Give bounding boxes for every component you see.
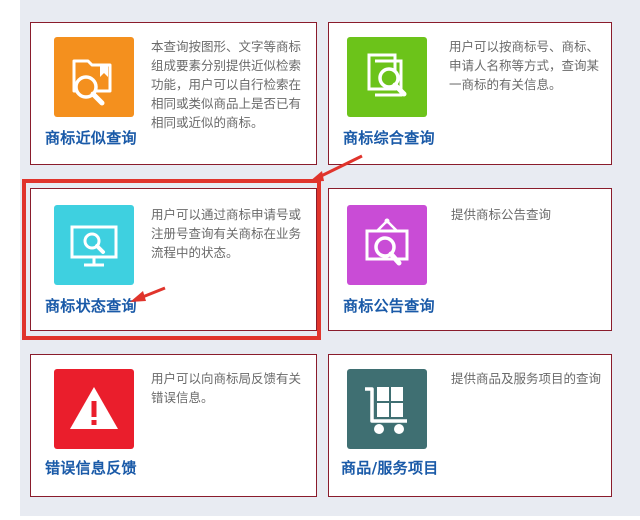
folder-search-icon [54,37,134,117]
card-description: 本查询按图形、文字等商标组成要素分别提供近似检索功能，用户可以自行检索在相同或类… [151,39,302,130]
card-goods-services[interactable]: 商品/服务项目 提供商品及服务项目的查询 [328,354,612,497]
card-description: 提供商标公告查询 [451,207,552,222]
card-title[interactable]: 商标状态查询 [45,295,137,316]
warning-icon [54,369,134,449]
card-description: 用户可以按商标号、商标、申请人名称等方式，查询某一商标的有关信息。 [449,39,600,92]
notice-board-search-icon [347,205,427,285]
card-title[interactable]: 商标公告查询 [343,295,435,316]
documents-search-icon [347,37,427,117]
cart-icon [347,369,427,449]
query-services-panel: 商标近似查询 本查询按图形、文字等商标组成要素分别提供近似检索功能，用户可以自行… [20,0,640,516]
card-description: 用户可以向商标局反馈有关错误信息。 [151,371,302,405]
card-similar-trademark-search[interactable]: 商标近似查询 本查询按图形、文字等商标组成要素分别提供近似检索功能，用户可以自行… [30,22,317,165]
card-title[interactable]: 商标综合查询 [343,127,435,148]
card-description: 用户可以通过商标申请号或注册号查询有关商标在业务流程中的状态。 [151,207,302,260]
card-title[interactable]: 商标近似查询 [45,127,137,148]
card-error-feedback[interactable]: 错误信息反馈 用户可以向商标局反馈有关错误信息。 [30,354,317,497]
card-announcement-search[interactable]: 商标公告查询 提供商标公告查询 [328,188,612,331]
card-title[interactable]: 商品/服务项目 [341,457,439,478]
card-title[interactable]: 错误信息反馈 [45,457,137,478]
card-status-search[interactable]: 商标状态查询 用户可以通过商标申请号或注册号查询有关商标在业务流程中的状态。 [30,188,317,331]
card-description: 提供商品及服务项目的查询 [451,371,602,386]
monitor-search-icon [54,205,134,285]
card-comprehensive-search[interactable]: 商标综合查询 用户可以按商标号、商标、申请人名称等方式，查询某一商标的有关信息。 [328,22,612,165]
